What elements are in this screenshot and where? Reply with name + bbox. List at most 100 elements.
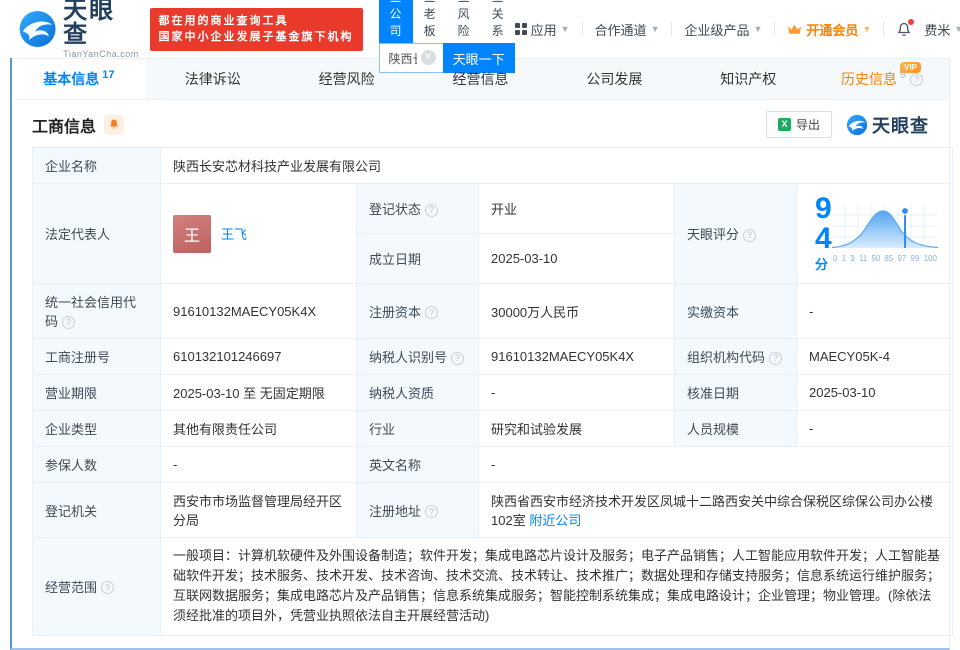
help-icon[interactable]: ?	[769, 351, 783, 365]
nav-partner[interactable]: 合作通道 ▼	[595, 20, 660, 39]
tab-count: 9	[900, 69, 907, 81]
nav-enterprise[interactable]: 企业级产品 ▼	[684, 20, 762, 39]
tab-label: 经营风险	[318, 71, 375, 87]
table-row: 统一社会信用代码? 91610132MAECY05K4X 注册资本? 30000…	[32, 283, 954, 339]
eye-logo-icon	[846, 114, 868, 135]
excel-icon: X	[777, 118, 791, 131]
score-curve	[832, 204, 939, 249]
help-icon[interactable]: ?	[451, 351, 465, 365]
search-tab-boss[interactable]: 查老板	[413, 0, 447, 43]
field-label-est-date: 成立日期	[356, 233, 479, 284]
tianyancha-logo[interactable]: 天眼查 TianYanCha.com	[18, 0, 140, 59]
help-icon[interactable]: ?	[425, 306, 439, 319]
promo-line1: 都在用的商业查询工具	[158, 14, 289, 27]
field-value-taxpayer-qualification: -	[478, 374, 675, 411]
field-label-legal-rep: 法定代表人	[32, 183, 161, 284]
table-row: 工商注册号 610132101246697 纳税人识别号? 91610132MA…	[32, 338, 954, 375]
tab-label: 基本信息	[43, 71, 100, 87]
tab-intellectual-property[interactable]: 知识产权	[681, 59, 815, 99]
score-value[interactable]: 94 分	[815, 194, 832, 273]
nearby-companies-link[interactable]: 附近公司	[529, 513, 581, 528]
field-value-reg-number: 610132101246697	[160, 338, 357, 375]
field-value-company-name: 陕西长安芯材科技产业发展有限公司	[159, 147, 954, 184]
search-tab-company[interactable]: 查公司	[378, 0, 413, 43]
nav-divider	[581, 22, 583, 36]
field-value-score: 94分 0 1 3 11 50 85 97 99 100	[795, 183, 954, 284]
export-label: 导出	[795, 118, 820, 132]
field-value-reg-address: 陕西省西安市经济技术开发区凤城十二路西安关中综合保税区综保公司办公楼102室 附…	[477, 482, 954, 538]
tab-history-info[interactable]: VIP 历史信息 9 ?	[815, 59, 949, 99]
eye-logo-icon	[19, 11, 56, 47]
notification-bell-icon[interactable]	[896, 18, 915, 38]
table-row: 营业期限 2025-03-10 至 无固定期限 纳税人资质 - 核准日期 202…	[32, 374, 954, 411]
tab-label: 公司发展	[586, 71, 643, 87]
field-label-reg-authority: 登记机关	[32, 482, 161, 538]
field-label-paid-capital: 实缴资本	[674, 283, 797, 339]
field-value-business-term: 2025-03-10 至 无固定期限	[160, 374, 357, 411]
tab-legal[interactable]: 法律诉讼	[146, 59, 280, 99]
tab-company-development[interactable]: 公司发展	[547, 59, 681, 99]
score-distribution-chart[interactable]: 01 3 11 50 85 97 99 100	[832, 204, 939, 263]
chevron-down-icon: ▼	[862, 24, 872, 34]
section-header: 工商信息 X 导出 天眼查	[12, 100, 949, 147]
search-tab-relation[interactable]: 查关系	[481, 0, 515, 43]
tab-business-info[interactable]: 经营信息	[414, 59, 548, 99]
help-icon[interactable]: ?	[62, 315, 76, 329]
nav-apps[interactable]: 应用 ▼	[514, 20, 570, 39]
field-value-approval-date: 2025-03-10	[795, 374, 954, 411]
tab-basic-info[interactable]: 基本信息 17	[12, 59, 146, 99]
field-value-legal-rep: 王 王飞	[160, 183, 357, 284]
help-icon[interactable]: ?	[743, 228, 757, 242]
field-label-score: 天眼评分?	[674, 183, 797, 284]
search-tab-risk[interactable]: 查风险	[447, 0, 481, 43]
tab-operation-risk[interactable]: 经营风险	[280, 59, 414, 99]
detail-tabs-bar: 基本信息 17 法律诉讼 经营风险 经营信息 公司发展 知识产权 VIP 历史信…	[12, 58, 949, 100]
section-title: 工商信息	[32, 118, 97, 136]
score-number: 94	[815, 192, 832, 255]
field-value-reg-status: 开业	[478, 183, 675, 234]
help-icon[interactable]: ?	[425, 505, 439, 518]
field-label-approval-date: 核准日期	[674, 374, 797, 411]
tab-label: 经营信息	[452, 71, 509, 87]
field-value-reg-capital: 30000万人民币	[478, 283, 675, 339]
field-label-taxpayer-id: 纳税人识别号?	[356, 338, 479, 375]
help-icon[interactable]: ?	[910, 72, 924, 86]
field-label-taxpayer-qualification: 纳税人资质	[356, 374, 479, 411]
field-label-business-term: 营业期限	[32, 374, 161, 411]
apps-grid-icon	[514, 23, 527, 35]
tab-label: 历史信息	[841, 71, 898, 87]
subscribe-bell-icon[interactable]	[104, 114, 125, 135]
nav-user[interactable]: 费米 ▼	[924, 20, 960, 39]
top-header: 天眼查 TianYanCha.com 都在用的商业查询工具 国家中小企业发展子基…	[0, 0, 960, 73]
top-nav: 应用 ▼ 合作通道 ▼ 企业级产品 ▼ 开通会员 ▼ 费米 ▼	[514, 18, 960, 39]
tab-label: 法律诉讼	[184, 71, 241, 87]
tab-label: 知识产权	[720, 71, 777, 87]
nav-vip-label: 开通会员	[806, 22, 859, 38]
field-label-staff-size: 人员规模	[674, 410, 797, 447]
nav-enterprise-label: 企业级产品	[684, 22, 750, 38]
field-value-est-date: 2025-03-10	[478, 233, 675, 284]
field-label-insured-count: 参保人数	[32, 446, 161, 483]
nav-divider	[774, 22, 776, 36]
legal-rep-avatar[interactable]: 王	[173, 214, 211, 253]
field-value-business-scope: 一般项目：计算机软硬件及外围设备制造；软件开发；集成电路芯片设计及服务；电子产品…	[159, 537, 954, 636]
field-value-company-type: 其他有限责任公司	[160, 410, 357, 447]
tab-count: 17	[102, 69, 115, 81]
nav-divider	[883, 22, 885, 36]
field-label-reg-capital: 注册资本?	[356, 283, 479, 339]
help-icon[interactable]: ?	[101, 581, 115, 595]
legal-rep-link[interactable]: 王飞	[221, 224, 247, 243]
chevron-down-icon: ▼	[650, 24, 660, 34]
chevron-down-icon: ▼	[954, 24, 960, 34]
field-value-english-name: -	[477, 446, 954, 483]
business-info-table: 企业名称 陕西长安芯材科技产业发展有限公司 法定代表人 王 王飞 登记状态? 开…	[32, 147, 954, 636]
export-button[interactable]: X 导出	[765, 111, 832, 138]
field-label-reg-number: 工商注册号	[32, 338, 161, 375]
nav-apps-label: 应用	[530, 22, 557, 38]
chevron-down-icon: ▼	[560, 24, 570, 34]
help-icon[interactable]: ?	[425, 203, 439, 217]
field-value-insured-count: -	[160, 446, 357, 483]
crown-icon	[788, 24, 802, 34]
nav-vip[interactable]: 开通会员 ▼	[787, 20, 871, 39]
field-value-paid-capital: -	[795, 283, 954, 339]
